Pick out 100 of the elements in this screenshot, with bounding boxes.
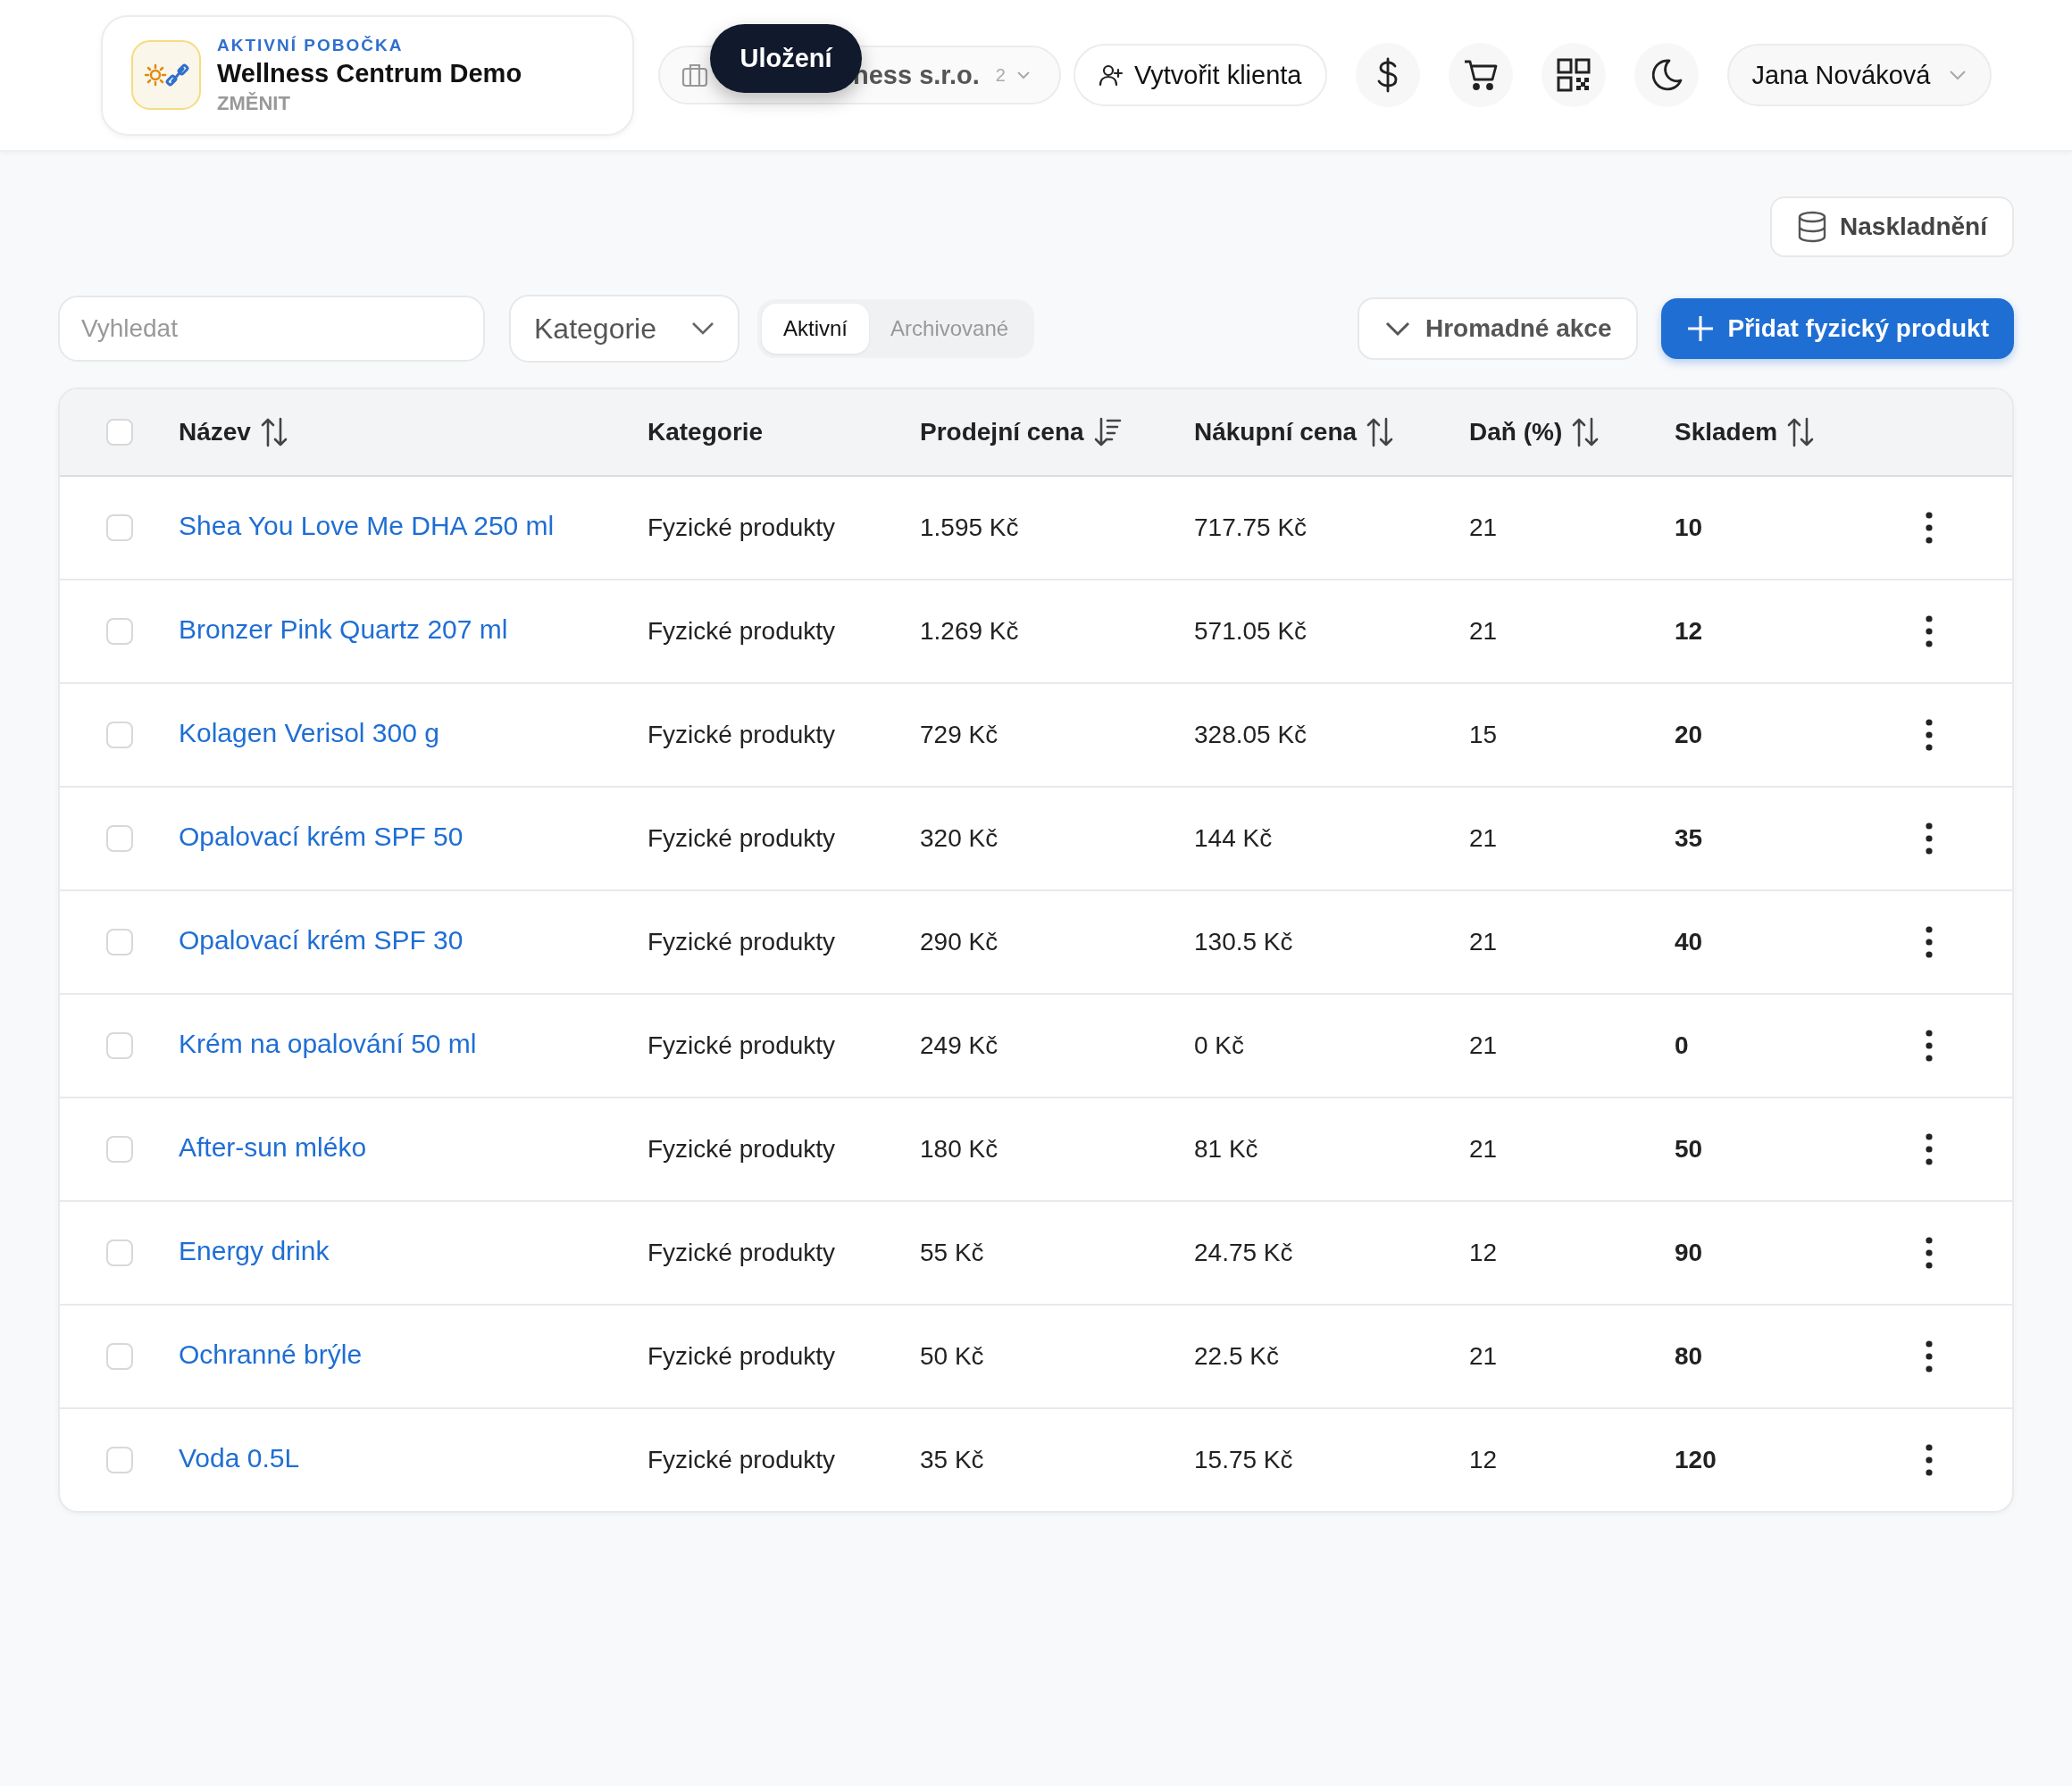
product-link[interactable]: Voda 0.5L	[179, 1443, 300, 1473]
create-client-button[interactable]: Vytvořit klienta	[1074, 44, 1327, 106]
column-header[interactable]: Daň (%)	[1469, 418, 1563, 446]
table-cell: 12	[1675, 617, 1703, 646]
more-icon[interactable]	[1925, 925, 1934, 959]
table-cell: 0	[1675, 1031, 1689, 1060]
table-cell: 15.75 Kč	[1194, 1446, 1293, 1474]
table-cell: Fyzické produkty	[648, 513, 836, 542]
table-cell: 12	[1469, 1446, 1498, 1474]
more-icon[interactable]	[1925, 1340, 1934, 1373]
table-cell: 180 Kč	[920, 1135, 998, 1164]
table-cell: Fyzické produkty	[648, 928, 836, 956]
column-header[interactable]: Nákupní cena	[1194, 418, 1358, 446]
category-dropdown[interactable]: Kategorie	[509, 295, 739, 363]
branch-card[interactable]: AKTIVNÍ POBOČKA Wellness Centrum Demo ZMĚNIT	[101, 14, 634, 136]
row-checkbox[interactable]	[105, 514, 133, 541]
more-icon[interactable]	[1925, 511, 1934, 545]
table-cell: 571.05 Kč	[1194, 617, 1308, 646]
table-cell: 1.595 Kč	[920, 513, 1019, 542]
row-checkbox[interactable]	[105, 1447, 133, 1473]
row-checkbox[interactable]	[105, 1032, 133, 1059]
table-cell: 50	[1675, 1135, 1703, 1164]
table-cell: 1.269 Kč	[920, 617, 1019, 646]
table-cell: 21	[1469, 1342, 1498, 1371]
sort-icon[interactable]	[1571, 417, 1600, 447]
product-link[interactable]: Krém na opalování 50 ml	[179, 1029, 477, 1059]
more-icon[interactable]	[1925, 1132, 1934, 1166]
table-cell: 717.75 Kč	[1194, 513, 1308, 542]
qr-code-icon	[1556, 58, 1591, 92]
row-checkbox[interactable]	[105, 1239, 133, 1266]
table-cell: 50 Kč	[920, 1342, 984, 1371]
product-link[interactable]: Opalovací krém SPF 50	[179, 822, 464, 852]
table-cell: 21	[1469, 513, 1498, 542]
row-checkbox[interactable]	[105, 722, 133, 748]
table-cell: 21	[1469, 1031, 1498, 1060]
caret-icon	[1948, 70, 1967, 80]
search-field[interactable]: Vyhledat	[58, 296, 485, 362]
product-link[interactable]: Bronzer Pink Quartz 207 ml	[179, 614, 508, 645]
table-cell: 249 Kč	[920, 1031, 998, 1060]
table-cell: 90	[1675, 1239, 1703, 1267]
product-link[interactable]: Energy drink	[179, 1236, 330, 1266]
add-user-icon	[1099, 63, 1124, 87]
table-cell: Fyzické produkty	[648, 1031, 836, 1060]
sort-descending-icon[interactable]	[1092, 417, 1122, 447]
product-link[interactable]: Opalovací krém SPF 30	[179, 925, 464, 956]
cart-icon	[1462, 58, 1499, 92]
sort-icon[interactable]	[1366, 417, 1395, 447]
table-cell: 20	[1675, 721, 1703, 749]
table-cell: 35 Kč	[920, 1446, 984, 1474]
column-header[interactable]: Název	[179, 418, 251, 446]
select-all-checkbox[interactable]	[105, 419, 133, 446]
sun-dumbbell-icon	[131, 40, 201, 110]
table-cell: 320 Kč	[920, 824, 998, 853]
row-checkbox[interactable]	[105, 1343, 133, 1370]
product-link[interactable]: Kolagen Verisol 300 g	[179, 718, 439, 748]
bulk-actions-button[interactable]: Hromadné akce	[1357, 297, 1639, 360]
table-cell: 10	[1675, 513, 1703, 542]
more-icon[interactable]	[1925, 1029, 1934, 1063]
sort-icon[interactable]	[1786, 417, 1816, 447]
more-icon[interactable]	[1925, 614, 1934, 648]
table-cell: 290 Kč	[920, 928, 998, 956]
add-product-button[interactable]: Přidat fyzický produkt	[1661, 298, 2014, 359]
table-cell: Fyzické produkty	[648, 1342, 836, 1371]
plus-icon	[1686, 314, 1716, 343]
table-cell: Fyzické produkty	[648, 1446, 836, 1474]
more-icon[interactable]	[1925, 1443, 1934, 1477]
row-checkbox[interactable]	[105, 618, 133, 645]
table-cell: Fyzické produkty	[648, 721, 836, 749]
table-cell: Fyzické produkty	[648, 617, 836, 646]
database-icon	[1797, 211, 1828, 243]
column-header[interactable]: Kategorie	[648, 418, 764, 446]
table-cell: Fyzické produkty	[648, 1239, 836, 1267]
table-cell: 12	[1469, 1239, 1498, 1267]
row-checkbox[interactable]	[105, 825, 133, 852]
table-cell: Fyzické produkty	[648, 824, 836, 853]
caret-icon	[1016, 71, 1031, 79]
table-cell: 24.75 Kč	[1194, 1239, 1293, 1267]
row-checkbox[interactable]	[105, 929, 133, 956]
table-cell: 21	[1469, 617, 1498, 646]
product-link[interactable]: Shea You Love Me DHA 250 ml	[179, 511, 555, 541]
table-cell: 0 Kč	[1194, 1031, 1245, 1060]
column-header[interactable]: Prodejní cena	[920, 418, 1084, 446]
table-cell: 21	[1469, 1135, 1498, 1164]
status-tab[interactable]: Aktivní	[762, 304, 870, 354]
product-link[interactable]: Ochranné brýle	[179, 1340, 363, 1370]
more-icon[interactable]	[1925, 1236, 1934, 1270]
row-checkbox[interactable]	[105, 1136, 133, 1163]
table-cell: 130.5 Kč	[1194, 928, 1293, 956]
table-cell: 144 Kč	[1194, 824, 1273, 853]
product-link[interactable]: After-sun mléko	[179, 1132, 367, 1163]
more-icon[interactable]	[1925, 822, 1934, 855]
user-menu[interactable]: Jana Nováková	[1726, 44, 1992, 106]
more-icon[interactable]	[1925, 718, 1934, 752]
column-header[interactable]: Skladem	[1675, 418, 1778, 446]
table-cell: 40	[1675, 928, 1703, 956]
table-cell: 80	[1675, 1342, 1703, 1371]
sort-icon[interactable]	[259, 417, 288, 447]
stock-in-button[interactable]: Naskladnění	[1770, 196, 2014, 257]
table-cell: 22.5 Kč	[1194, 1342, 1279, 1371]
table-cell: 120	[1675, 1446, 1717, 1474]
